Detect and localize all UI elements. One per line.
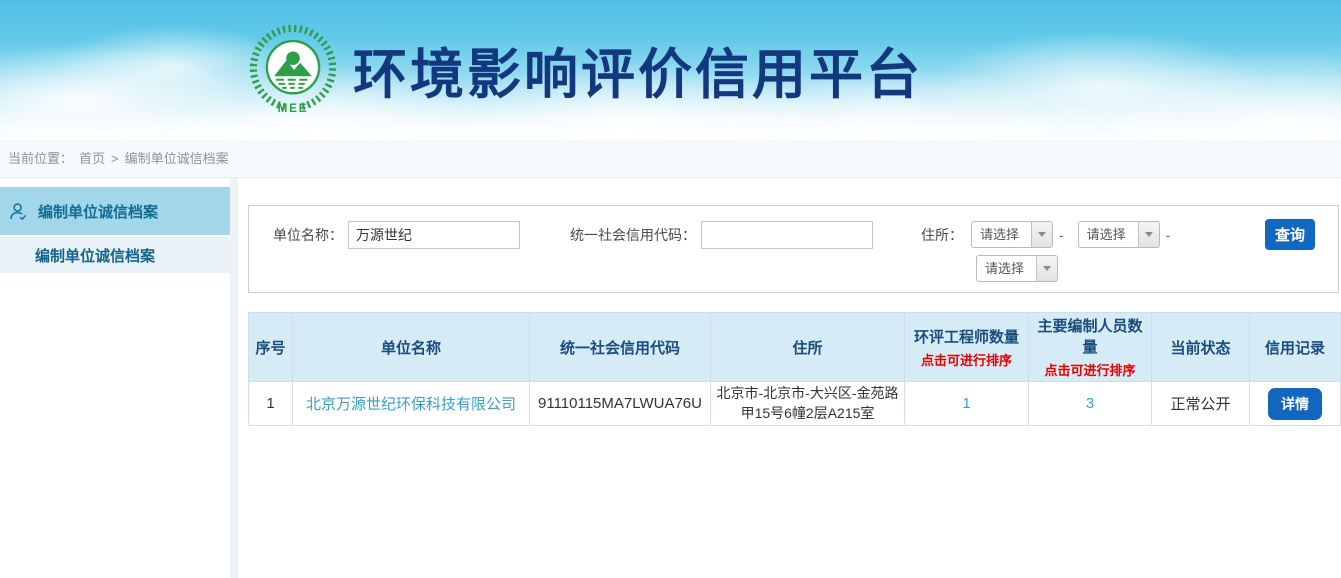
breadcrumb-home-link[interactable]: 首页 <box>79 140 105 177</box>
search-row-2: 请选择 <box>976 255 1338 282</box>
site-title: 环境影响评价信用平台 <box>353 30 923 109</box>
user-check-icon <box>8 201 29 222</box>
col-header-unit-name: 单位名称 <box>293 313 530 382</box>
detail-button[interactable]: 详情 <box>1268 388 1322 420</box>
unit-name-input[interactable] <box>348 221 520 249</box>
query-button[interactable]: 查询 <box>1265 219 1315 250</box>
address-select-province[interactable]: 请选择 <box>971 221 1053 248</box>
address-dash-2: - <box>1166 227 1171 243</box>
cell-credit-record: 详情 <box>1250 382 1341 426</box>
chevron-down-icon[interactable] <box>1138 222 1159 247</box>
sidebar-subitem-label: 编制单位诚信档案 <box>35 245 155 266</box>
table-header-row: 序号 单位名称 统一社会信用代码 住所 环评工程师数量 点击可进行排序 主要编制… <box>249 313 1341 382</box>
chevron-down-icon[interactable] <box>1031 222 1052 247</box>
cell-status: 正常公开 <box>1152 382 1250 426</box>
col-header-index: 序号 <box>249 313 293 382</box>
cell-index: 1 <box>249 382 293 426</box>
sidebar-item-label: 编制单位诚信档案 <box>38 201 158 222</box>
col-header-engineer-count-sortable[interactable]: 环评工程师数量 点击可进行排序 <box>905 313 1029 382</box>
sort-hint-staff[interactable]: 点击可进行排序 <box>1032 360 1148 379</box>
brand: MEE 环境影响评价信用平台 <box>248 22 923 116</box>
sidebar-divider <box>230 178 238 578</box>
breadcrumb-label: 当前位置： <box>8 140 73 177</box>
breadcrumb-separator: > <box>111 140 119 177</box>
chevron-down-icon[interactable] <box>1036 256 1057 281</box>
address-select-district[interactable]: 请选择 <box>976 255 1058 282</box>
table-row: 1 北京万源世纪环保科技有限公司 91110115MA7LWUA76U 北京市-… <box>249 382 1341 426</box>
sidebar-item-archive[interactable]: 编制单位诚信档案 <box>0 237 230 273</box>
sidebar-item-archive-group[interactable]: 编制单位诚信档案 <box>0 187 230 235</box>
cell-address: 北京市-北京市-大兴区-金苑路甲15号6幢2层A215室 <box>711 382 905 426</box>
col-header-engineer-label: 环评工程师数量 <box>914 329 1019 346</box>
unit-name-label: 单位名称： <box>271 225 343 245</box>
sort-hint-engineer[interactable]: 点击可进行排序 <box>908 350 1025 369</box>
results-table-wrap: 序号 单位名称 统一社会信用代码 住所 环评工程师数量 点击可进行排序 主要编制… <box>248 312 1341 426</box>
site-header: MEE 环境影响评价信用平台 <box>0 0 1341 140</box>
main-content: 单位名称： 统一社会信用代码： 住所： 请选择 - 请选择 - 查询 <box>238 178 1341 578</box>
credit-code-input[interactable] <box>701 221 873 249</box>
col-header-staff-label: 主要编制人员数量 <box>1037 318 1142 356</box>
breadcrumb: 当前位置： 首页 > 编制单位诚信档案 <box>0 140 1341 178</box>
address-select-city[interactable]: 请选择 <box>1078 221 1160 248</box>
sidebar: 编制单位诚信档案 编制单位诚信档案 <box>0 178 230 578</box>
cell-staff-count: 3 <box>1029 382 1152 426</box>
cell-credit-code: 91110115MA7LWUA76U <box>530 382 711 426</box>
staff-count-link[interactable]: 3 <box>1086 395 1094 412</box>
col-header-status: 当前状态 <box>1152 313 1250 382</box>
address-dash-1: - <box>1059 227 1064 243</box>
col-header-address: 住所 <box>711 313 905 382</box>
results-table: 序号 单位名称 统一社会信用代码 住所 环评工程师数量 点击可进行排序 主要编制… <box>248 312 1341 426</box>
select-value: 请选择 <box>972 222 1031 247</box>
address-label: 住所： <box>921 225 963 245</box>
unit-name-link[interactable]: 北京万源世纪环保科技有限公司 <box>306 396 516 413</box>
page-body: 编制单位诚信档案 编制单位诚信档案 单位名称： 统一社会信用代码： 住所： 请选… <box>0 178 1341 578</box>
page: MEE 环境影响评价信用平台 当前位置： 首页 > 编制单位诚信档案 编制单位诚… <box>0 0 1341 578</box>
select-value: 请选择 <box>1079 222 1138 247</box>
mee-logo-text: MEE <box>278 102 309 115</box>
credit-code-label: 统一社会信用代码： <box>570 225 696 245</box>
breadcrumb-current: 编制单位诚信档案 <box>125 140 229 177</box>
search-form: 单位名称： 统一社会信用代码： 住所： 请选择 - 请选择 - 查询 <box>248 205 1339 293</box>
col-header-staff-count-sortable[interactable]: 主要编制人员数量 点击可进行排序 <box>1029 313 1152 382</box>
search-row-1: 单位名称： 统一社会信用代码： 住所： 请选择 - 请选择 - 查询 <box>271 219 1338 250</box>
engineer-count-link[interactable]: 1 <box>962 395 970 412</box>
mee-logo-icon: MEE <box>248 22 338 116</box>
col-header-credit-record: 信用记录 <box>1250 313 1341 382</box>
select-value: 请选择 <box>977 256 1036 281</box>
cell-engineer-count: 1 <box>905 382 1029 426</box>
col-header-credit-code: 统一社会信用代码 <box>530 313 711 382</box>
cell-unit-name: 北京万源世纪环保科技有限公司 <box>293 382 530 426</box>
